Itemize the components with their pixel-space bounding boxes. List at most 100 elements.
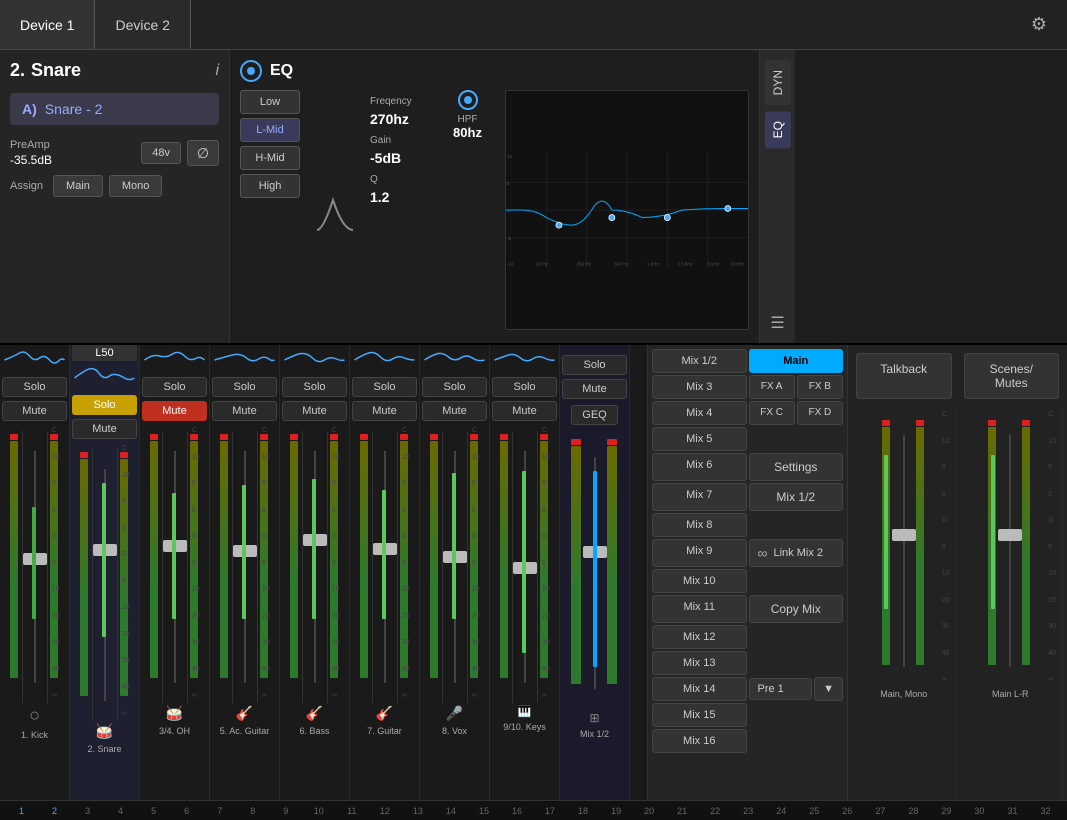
fader-main-lr[interactable]: C1050G510203040∞ [961,407,1061,687]
mute-button-acguitar[interactable]: Mute [212,401,277,421]
left-panel: 2. Snare i Snare - 2 PreAmp -35.5dB 48v … [0,50,230,343]
number-ruler: 1 2 3 4 5 6 7 8 9 10 11 12 13 14 15 16 1… [0,800,1067,820]
mix-bus-1-2-button[interactable]: Mix 1/2 [652,349,747,373]
list-icon[interactable]: ☰ [770,313,784,333]
mute-button-keys[interactable]: Mute [492,401,557,421]
solo-button-keys[interactable]: Solo [492,377,557,397]
ruler-28: 28 [897,806,930,816]
ruler-26: 26 [831,806,864,816]
fx-a-button[interactable]: FX A [749,375,795,399]
assign-main-button[interactable]: Main [53,175,103,197]
mix-main-button[interactable]: Main [749,349,844,373]
fader-bass[interactable]: C1050G510203040∞ [282,423,347,703]
device-tab-2[interactable]: Device 2 [95,0,190,49]
solo-button-mix12[interactable]: Solo [562,355,627,375]
mix-bus-7-button[interactable]: Mix 7 [652,483,747,511]
eq-band-low[interactable]: Low [240,90,300,114]
snare-label: 2. Snare [72,742,137,756]
fader-keys[interactable]: C1050G510203040∞ [492,423,557,703]
eq-graph[interactable]: 12 6 0 -6 -12 60 Hz 250 Hz 500 Hz 1 kHz … [505,90,749,330]
phantom-power-button[interactable]: 48v [141,142,181,164]
info-button[interactable]: i [215,62,219,80]
waveform-guitar [352,348,417,373]
copy-mix-button[interactable]: Copy Mix [749,595,844,623]
eq-param-controls: Freqency 270hz Gain -5dB Q 1.2 [370,90,440,330]
solo-button-bass[interactable]: Solo [282,377,347,397]
channel-strips: Solo Mute [0,345,647,800]
mute-button-mix12[interactable]: Mute [562,379,627,399]
ruler-3: 3 [71,806,104,816]
svg-text:5 kHz: 5 kHz [708,261,720,266]
channel-label-box[interactable]: Snare - 2 [10,93,219,125]
mix-bus-10-button[interactable]: Mix 10 [652,569,747,593]
mix-bus-9-button[interactable]: Mix 9 [652,539,747,567]
eq-band-lmid[interactable]: L-Mid [240,118,300,142]
fader-guitar[interactable]: C1050G510203040∞ [352,423,417,703]
geq-button[interactable]: GEQ [571,405,617,425]
mix-bus-15-button[interactable]: Mix 15 [652,703,747,727]
settings-icon[interactable]: ⚙ [1021,7,1057,43]
eq-band-hmid[interactable]: H-Mid [240,146,300,170]
mix-bus-16-button[interactable]: Mix 16 [652,729,747,753]
mix-bus-5-button[interactable]: Mix 5 [652,427,747,451]
gain-value[interactable]: -5dB [370,150,440,166]
scenes-button[interactable]: Scenes/ Mutes [964,353,1060,399]
phase-button[interactable]: ∅ [187,140,219,166]
settings-button[interactable]: Settings [749,453,844,481]
eq-power-button[interactable] [240,60,262,82]
mix-bus-8-button[interactable]: Mix 8 [652,513,747,537]
eq-tab[interactable]: EQ [765,111,791,148]
mix-bus-13-button[interactable]: Mix 13 [652,651,747,675]
mix-bus-4-button[interactable]: Mix 4 [652,401,747,425]
mix-12-sub-button[interactable]: Mix 1/2 [749,483,844,511]
ruler-20: 20 [633,806,666,816]
solo-button-vox[interactable]: Solo [422,377,487,397]
assign-mono-button[interactable]: Mono [109,175,163,197]
freq-value[interactable]: 270hz [370,111,440,127]
mix-bus-12-button[interactable]: Mix 12 [652,625,747,649]
fader-acguitar[interactable]: C1050G510203040∞ [212,423,277,703]
waveform-oh [142,348,207,373]
link-mix-button[interactable]: ∞ Link Mix 2 [749,539,844,567]
mix-bus-6-button[interactable]: Mix 6 [652,453,747,481]
fader-oh[interactable]: C1050G510203040∞ [142,423,207,703]
ruler-2: 2 [38,806,71,816]
solo-button-guitar[interactable]: Solo [352,377,417,397]
vox-label: 8. Vox [422,724,487,738]
dyn-tab[interactable]: DYN [765,60,791,105]
mix-bus-3-button[interactable]: Mix 3 [652,375,747,399]
pre-dropdown[interactable]: ▼ [814,677,843,701]
ruler-31: 31 [996,806,1029,816]
mix-bus-11-button[interactable]: Mix 11 [652,595,747,623]
mute-button-guitar[interactable]: Mute [352,401,417,421]
solo-button-acguitar[interactable]: Solo [212,377,277,397]
q-value[interactable]: 1.2 [370,189,440,205]
fader-vox[interactable]: C1050G510203040∞ [422,423,487,703]
fx-c-button[interactable]: FX C [749,401,795,425]
hpf-power-button[interactable] [458,90,478,110]
solo-button-kick[interactable]: Solo [2,377,67,397]
fx-d-button[interactable]: FX D [797,401,843,425]
mix-bus-14-button[interactable]: Mix 14 [652,677,747,701]
hpf-value[interactable]: 80hz [453,125,482,140]
mute-button-oh[interactable]: Mute [142,401,207,421]
oh-icon: 🥁 [166,705,183,722]
fx-b-button[interactable]: FX B [797,375,843,399]
fader-main-mono[interactable]: C1050G510203040∞ [854,407,954,687]
mute-button-kick[interactable]: Mute [2,401,67,421]
ruler-27: 27 [864,806,897,816]
mute-button-snare[interactable]: Mute [72,419,137,439]
eq-band-high[interactable]: High [240,174,300,198]
solo-button-snare[interactable]: Solo [72,395,137,415]
mute-button-vox[interactable]: Mute [422,401,487,421]
device-tab-1[interactable]: Device 1 [0,0,95,49]
pre-button[interactable]: Pre 1 [749,678,813,700]
main-lr-label: Main L-R [961,687,1061,701]
fader-snare[interactable]: C1050G510203040∞ [72,441,137,721]
solo-button-oh[interactable]: Solo [142,377,207,397]
fader-mix12[interactable] [562,429,627,709]
mute-button-bass[interactable]: Mute [282,401,347,421]
fader-kick[interactable]: C1050G510203040∞ [2,423,67,703]
talkback-button[interactable]: Talkback [856,353,952,399]
channel-number: 2. [10,60,25,81]
